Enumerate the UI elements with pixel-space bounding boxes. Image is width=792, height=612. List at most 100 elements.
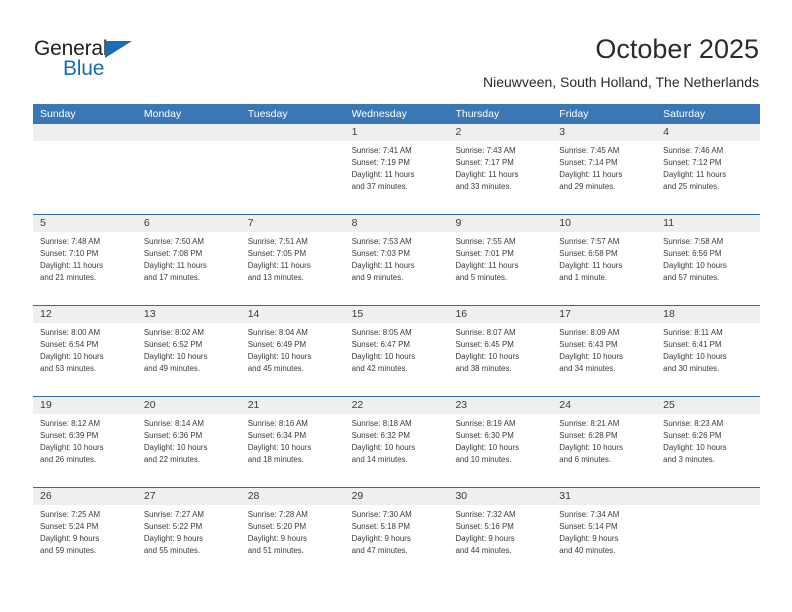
day-cell-9[interactable]: Sunrise: 7:55 AM Sunset: 7:01 PM Daylight:…: [448, 232, 553, 305]
day-info-line: Sunrise: 7:28 AM: [247, 510, 308, 519]
day-number-17[interactable]: 17: [552, 306, 656, 323]
day-cell-3[interactable]: Sunrise: 7:45 AM Sunset: 7:14 PM Daylight:…: [552, 141, 657, 214]
day-cell-10[interactable]: Sunrise: 7:57 AM Sunset: 6:58 PM Daylight:…: [552, 232, 657, 305]
day-info-line: Sunset: 6:52 PM: [143, 340, 203, 350]
day-info-line: Sunrise: 8:07 AM: [455, 328, 516, 337]
day-number-18[interactable]: 18: [656, 306, 760, 323]
day-cell-15[interactable]: Sunrise: 8:05 AM Sunset: 6:47 PM Daylight:…: [344, 323, 449, 396]
day-info-line: Sunrise: 8:16 AM: [247, 419, 308, 428]
day-number-13[interactable]: 13: [137, 306, 241, 323]
day-number-1[interactable]: 1: [345, 124, 449, 141]
day-cell-26[interactable]: Sunrise: 7:25 AM Sunset: 5:24 PM Daylight:…: [33, 505, 137, 578]
day-info-line: and 49 minutes.: [143, 364, 201, 374]
day-number-30[interactable]: 30: [448, 488, 552, 505]
weekday-header-thursday: Thursday: [455, 108, 500, 120]
day-cell-24[interactable]: Sunrise: 8:21 AM Sunset: 6:28 PM Daylight:…: [552, 414, 657, 487]
day-cell-25[interactable]: Sunrise: 8:23 AM Sunset: 6:26 PM Daylight:…: [656, 414, 761, 487]
day-info-line: Sunset: 6:39 PM: [40, 431, 99, 441]
day-cell-18[interactable]: Sunrise: 8:11 AM Sunset: 6:41 PM Daylight:…: [656, 323, 761, 396]
day-info-line: Sunset: 6:45 PM: [455, 340, 514, 350]
week-date-band: 26 27 28 29 30 31: [33, 488, 760, 505]
day-number-26[interactable]: 26: [33, 488, 137, 505]
day-cell-20[interactable]: Sunrise: 8:14 AM Sunset: 6:36 PM Daylight:…: [136, 414, 241, 487]
day-info-line: Sunset: 6:58 PM: [559, 249, 618, 259]
day-number-28[interactable]: 28: [241, 488, 345, 505]
day-number-27[interactable]: 27: [137, 488, 241, 505]
day-info-line: Daylight: 10 hours: [247, 443, 312, 453]
day-info-line: and 33 minutes.: [455, 182, 512, 192]
day-cell-28[interactable]: Sunrise: 7:28 AM Sunset: 5:20 PM Daylight:…: [240, 505, 345, 578]
day-cell-2[interactable]: Sunrise: 7:43 AM Sunset: 7:17 PM Daylight:…: [448, 141, 553, 214]
day-number-20[interactable]: 20: [137, 397, 241, 414]
day-number-23[interactable]: 23: [448, 397, 552, 414]
day-cell-21[interactable]: Sunrise: 8:16 AM Sunset: 6:34 PM Daylight:…: [240, 414, 345, 487]
day-number-2[interactable]: 2: [448, 124, 552, 141]
calendar-week-row: 26 27 28 29 30 31 Sunrise: 7:25 AM Sunset: 5:24…: [33, 487, 761, 578]
day-number-22[interactable]: 22: [345, 397, 449, 414]
day-number-19[interactable]: 19: [33, 397, 137, 414]
day-cell-29[interactable]: Sunrise: 7:30 AM Sunset: 5:18 PM Daylight:…: [344, 505, 449, 578]
day-info-line: and 22 minutes.: [143, 455, 201, 465]
day-cell-empty: [240, 141, 345, 214]
day-number-6[interactable]: 6: [137, 215, 241, 232]
day-info-line: and 1 minute.: [559, 273, 608, 283]
day-info-line: Daylight: 11 hours: [455, 170, 519, 180]
day-number-15[interactable]: 15: [345, 306, 449, 323]
day-cell-19[interactable]: Sunrise: 8:12 AM Sunset: 6:39 PM Daylight:…: [33, 414, 137, 487]
day-info-line: and 9 minutes.: [351, 273, 404, 283]
day-number-10[interactable]: 10: [552, 215, 656, 232]
day-number-5[interactable]: 5: [33, 215, 137, 232]
day-info-line: Daylight: 9 hours: [247, 534, 307, 544]
calendar-week-row: 12 13 14 15 16 17 18 Sunrise: 8:00 AM Sunset: 6:…: [33, 305, 761, 396]
day-info-line: Sunrise: 7:32 AM: [455, 510, 516, 519]
day-cell-30[interactable]: Sunrise: 7:32 AM Sunset: 5:16 PM Daylight:…: [448, 505, 553, 578]
day-cell-6[interactable]: Sunrise: 7:50 AM Sunset: 7:08 PM Daylight:…: [136, 232, 241, 305]
day-number-empty: [137, 124, 241, 141]
day-cell-13[interactable]: Sunrise: 8:02 AM Sunset: 6:52 PM Daylight:…: [136, 323, 241, 396]
weekday-header-saturday: Saturday: [663, 108, 706, 120]
day-cell-14[interactable]: Sunrise: 8:04 AM Sunset: 6:49 PM Daylight:…: [240, 323, 345, 396]
day-number-25[interactable]: 25: [656, 397, 760, 414]
day-cell-31[interactable]: Sunrise: 7:34 AM Sunset: 5:14 PM Daylight:…: [552, 505, 657, 578]
day-cell-17[interactable]: Sunrise: 8:09 AM Sunset: 6:43 PM Daylight:…: [552, 323, 657, 396]
day-info-line: Daylight: 11 hours: [559, 170, 623, 180]
day-cell-7[interactable]: Sunrise: 7:51 AM Sunset: 7:05 PM Daylight:…: [240, 232, 345, 305]
general-blue-logo[interactable]: General Blue: [34, 38, 184, 82]
day-info-line: and 44 minutes.: [455, 546, 512, 556]
day-number-16[interactable]: 16: [448, 306, 552, 323]
day-cell-8[interactable]: Sunrise: 7:53 AM Sunset: 7:03 PM Daylight:…: [344, 232, 449, 305]
day-cell-12[interactable]: Sunrise: 8:00 AM Sunset: 6:54 PM Daylight:…: [33, 323, 137, 396]
day-number-12[interactable]: 12: [33, 306, 137, 323]
day-cell-5[interactable]: Sunrise: 7:48 AM Sunset: 7:10 PM Daylight:…: [33, 232, 137, 305]
day-info-line: Sunset: 6:43 PM: [559, 340, 618, 350]
day-number-8[interactable]: 8: [345, 215, 449, 232]
day-number-14[interactable]: 14: [241, 306, 345, 323]
day-info-line: Sunrise: 8:21 AM: [559, 419, 620, 428]
day-cell-16[interactable]: Sunrise: 8:07 AM Sunset: 6:45 PM Daylight:…: [448, 323, 553, 396]
day-cell-11[interactable]: Sunrise: 7:58 AM Sunset: 6:56 PM Daylight:…: [656, 232, 761, 305]
day-info-line: Sunset: 6:47 PM: [351, 340, 410, 350]
day-number-4[interactable]: 4: [656, 124, 760, 141]
day-number-31[interactable]: 31: [552, 488, 656, 505]
day-cell-4[interactable]: Sunrise: 7:46 AM Sunset: 7:12 PM Daylight:…: [656, 141, 761, 214]
weekday-header-tuesday: Tuesday: [247, 108, 288, 120]
day-info-line: Daylight: 9 hours: [455, 534, 515, 544]
day-number-24[interactable]: 24: [552, 397, 656, 414]
day-number-3[interactable]: 3: [552, 124, 656, 141]
day-info-line: Daylight: 9 hours: [559, 534, 619, 544]
day-number-11[interactable]: 11: [656, 215, 760, 232]
calendar-grid: Sunday Monday Tuesday Wednesday Thursday Frid…: [33, 104, 761, 578]
day-info-line: Sunrise: 7:46 AM: [663, 146, 724, 155]
day-cell-23[interactable]: Sunrise: 8:19 AM Sunset: 6:30 PM Daylight:…: [448, 414, 553, 487]
day-number-9[interactable]: 9: [448, 215, 552, 232]
day-info-line: Sunset: 7:10 PM: [40, 249, 99, 259]
weekday-header-wednesday: Wednesday: [351, 108, 407, 120]
day-cell-27[interactable]: Sunrise: 7:27 AM Sunset: 5:22 PM Daylight:…: [136, 505, 241, 578]
day-cell-22[interactable]: Sunrise: 8:18 AM Sunset: 6:32 PM Daylight:…: [344, 414, 449, 487]
day-cell-1[interactable]: Sunrise: 7:41 AM Sunset: 7:19 PM Daylight:…: [344, 141, 449, 214]
day-number-21[interactable]: 21: [241, 397, 345, 414]
day-number-29[interactable]: 29: [345, 488, 449, 505]
day-number-7[interactable]: 7: [241, 215, 345, 232]
day-info-line: Sunset: 7:05 PM: [247, 249, 307, 259]
logo-text-general: General: [34, 37, 108, 60]
